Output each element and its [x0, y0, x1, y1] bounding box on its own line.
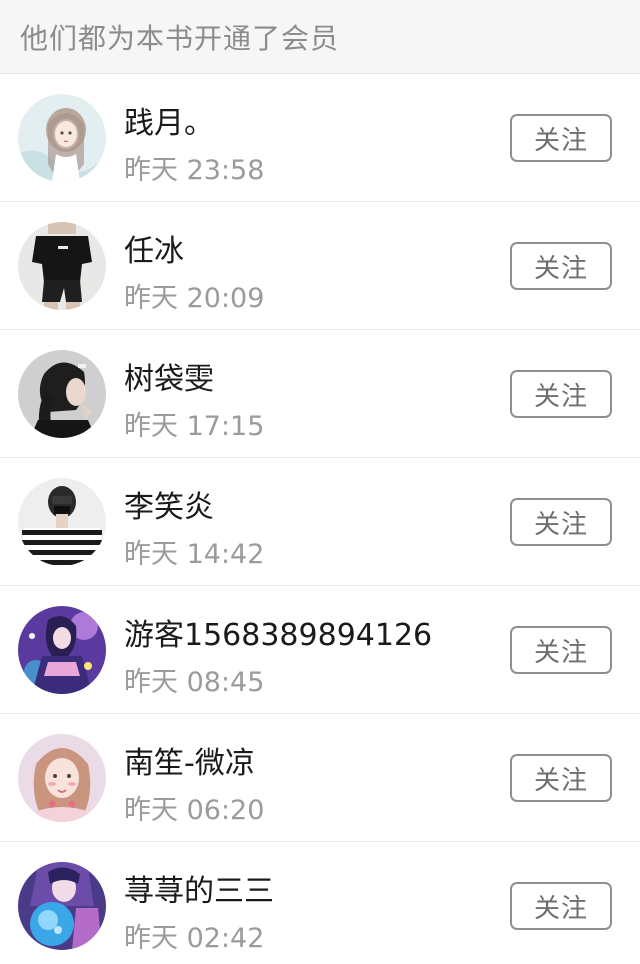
- follow-button[interactable]: 关注: [510, 114, 612, 162]
- avatar[interactable]: [18, 94, 106, 182]
- girl-pink-hearts-image: [18, 734, 106, 822]
- member-name: 荨荨的三三: [124, 874, 274, 909]
- list-item[interactable]: 李笑炎 昨天 14:42 关注: [0, 458, 640, 586]
- header-title: 他们都为本书开通了会员: [20, 21, 340, 55]
- person-black-outfit-image: [18, 222, 106, 310]
- follow-button[interactable]: 关注: [510, 754, 612, 802]
- member-list: 践月。 昨天 23:58 关注 任冰 昨天 20:09 关注 树袋雯 昨天 17…: [0, 74, 640, 964]
- member-name: 李笑炎: [124, 490, 214, 525]
- person-striped-shirt-image: [18, 478, 106, 566]
- list-item[interactable]: 任冰 昨天 20:09 关注: [0, 202, 640, 330]
- list-item[interactable]: 南笙-微凉 昨天 06:20 关注: [0, 714, 640, 842]
- join-time: 昨天 17:15: [124, 411, 265, 442]
- join-time: 昨天 20:09: [124, 283, 265, 314]
- join-time: 昨天 06:20: [124, 795, 265, 826]
- anime-girl-sketch-image: [18, 94, 106, 182]
- follow-button[interactable]: 关注: [510, 370, 612, 418]
- avatar[interactable]: [18, 478, 106, 566]
- follow-button[interactable]: 关注: [510, 882, 612, 930]
- girl-dark-hair-image: [18, 350, 106, 438]
- join-time: 昨天 14:42: [124, 539, 265, 570]
- member-name: 任冰: [124, 234, 184, 269]
- avatar[interactable]: [18, 350, 106, 438]
- follow-button[interactable]: 关注: [510, 498, 612, 546]
- anime-purple-character-image: [18, 606, 106, 694]
- member-name: 南笙-微凉: [124, 746, 255, 781]
- member-name: 践月。: [124, 106, 214, 141]
- list-item[interactable]: 游客1568389894126 昨天 08:45 关注: [0, 586, 640, 714]
- join-time: 昨天 08:45: [124, 667, 265, 698]
- avatar[interactable]: [18, 862, 106, 950]
- anime-blue-orb-image: [18, 862, 106, 950]
- member-list-page: 他们都为本书开通了会员 践月。 昨天 23:58 关注 任冰 昨天 20:09 …: [0, 0, 640, 964]
- list-item[interactable]: 树袋雯 昨天 17:15 关注: [0, 330, 640, 458]
- avatar[interactable]: [18, 734, 106, 822]
- list-header: 他们都为本书开通了会员: [0, 0, 640, 74]
- join-time: 昨天 23:58: [124, 155, 265, 186]
- avatar[interactable]: [18, 222, 106, 310]
- list-item[interactable]: 践月。 昨天 23:58 关注: [0, 74, 640, 202]
- list-item[interactable]: 荨荨的三三 昨天 02:42 关注: [0, 842, 640, 964]
- follow-button[interactable]: 关注: [510, 242, 612, 290]
- join-time: 昨天 02:42: [124, 923, 265, 954]
- member-name: 树袋雯: [124, 362, 214, 397]
- member-name: 游客1568389894126: [124, 618, 433, 653]
- follow-button[interactable]: 关注: [510, 626, 612, 674]
- avatar[interactable]: [18, 606, 106, 694]
